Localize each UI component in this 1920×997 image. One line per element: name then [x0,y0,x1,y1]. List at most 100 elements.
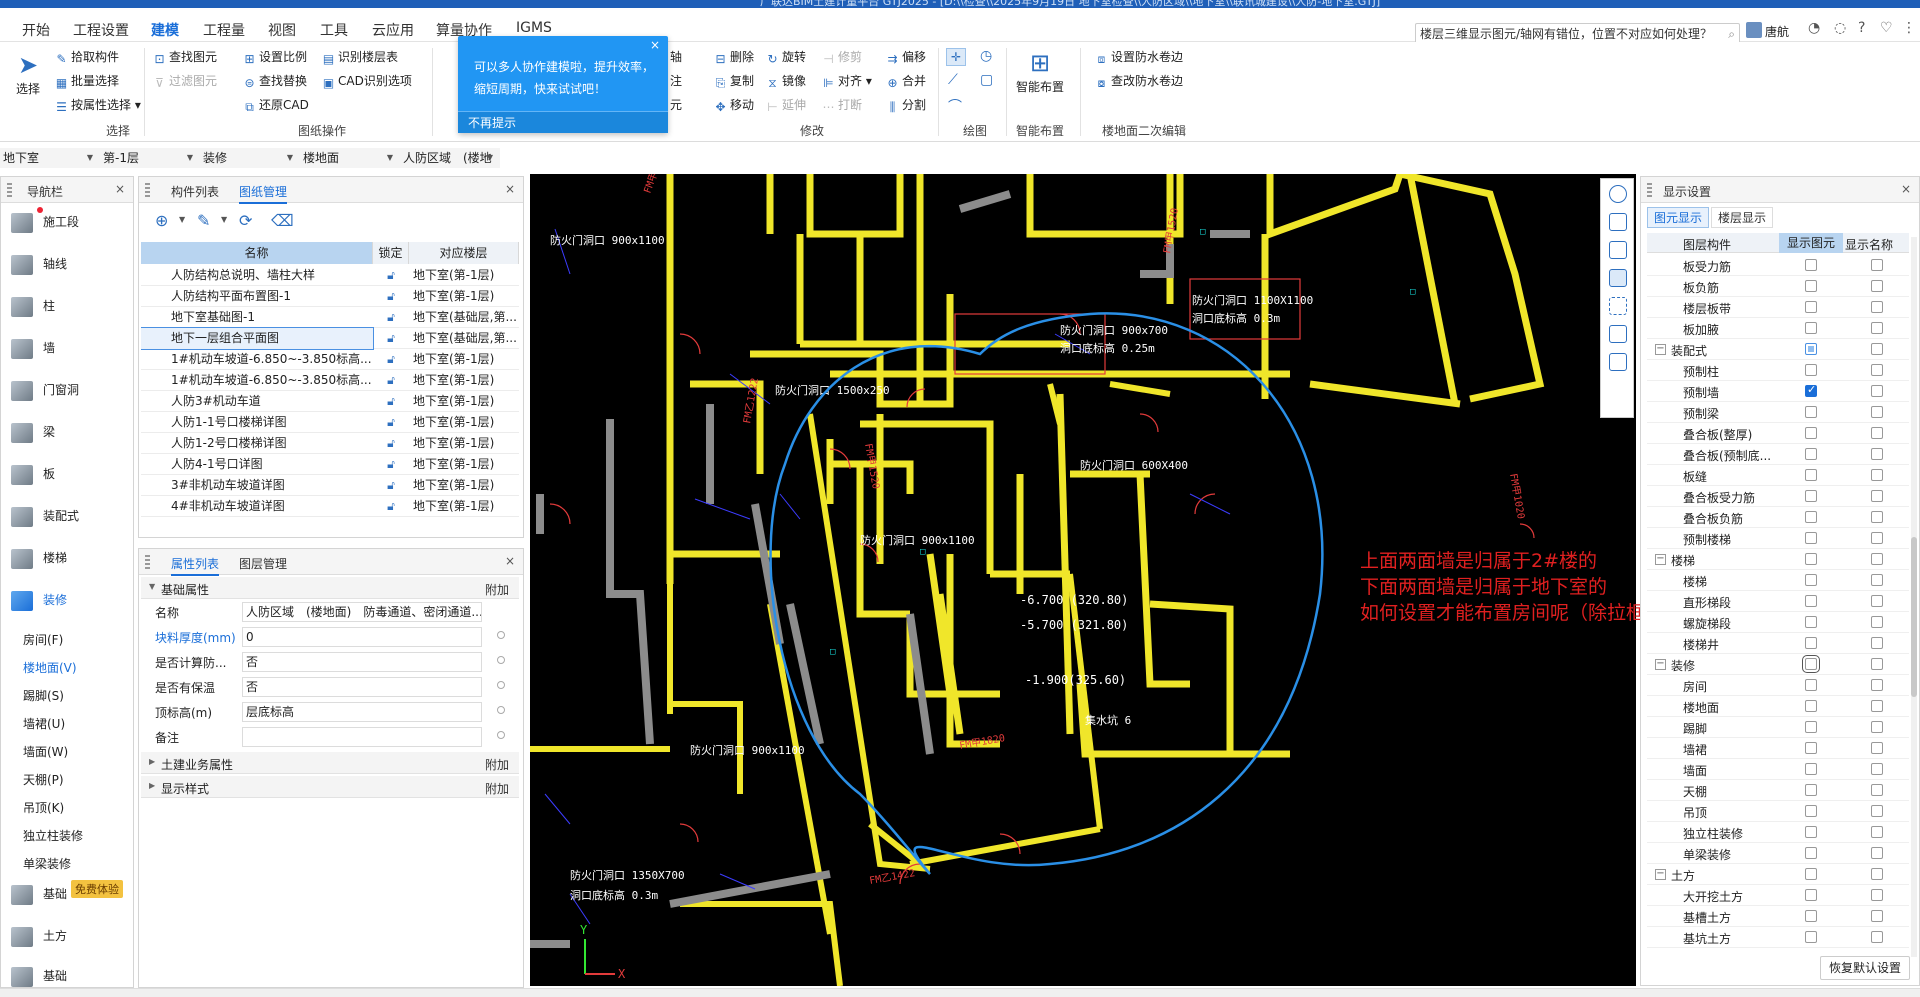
nav-item-decoration[interactable]: 装修 [11,589,67,611]
show-element-checkbox[interactable] [1805,427,1817,439]
rect-draw-icon[interactable]: ▢ [980,72,993,88]
collapse-icon[interactable]: − [1655,659,1666,670]
show-element-checkbox[interactable] [1805,679,1817,691]
copy-button[interactable]: ⎘ 复制 [714,72,754,90]
list-item[interactable]: 房间 [1647,675,1909,696]
section-civil-properties[interactable]: ▶ 土建业务属性 附加 [141,752,519,774]
line-draw-icon[interactable]: ⟋ [948,72,958,88]
nav-item-wall[interactable]: 墙 [11,337,55,359]
list-item[interactable]: 预制柱 [1647,360,1909,381]
find-element-button[interactable]: ⊡ 查找图元 [153,48,217,66]
show-element-checkbox[interactable] [1805,700,1817,712]
show-element-checkbox[interactable] [1802,655,1820,673]
more-icon[interactable]: ⋮ [1902,20,1916,36]
filter-element-button[interactable]: ⊽ 过滤图元 [153,72,217,90]
show-name-checkbox[interactable] [1871,259,1883,271]
category-select[interactable]: 装修 ▼ [200,148,296,168]
list-item[interactable]: − 楼梯 [1647,549,1909,570]
column-header-label[interactable]: 显示名称 [1845,236,1893,253]
show-name-checkbox[interactable] [1871,280,1883,292]
menu-igms[interactable]: IGMS [516,20,552,36]
table-row[interactable]: 人防1-2号口楼梯详图 🔓︎ 地下室(第-1层) [141,433,519,454]
show-element-checkbox[interactable] [1805,721,1817,733]
show-element-checkbox[interactable] [1805,574,1817,586]
table-row[interactable]: 1#机动车坡道-6.850~-3.850标高... 🔓︎ 地下室(第-1层) [141,349,519,370]
help-icon[interactable]: ? [1858,20,1865,36]
show-element-checkbox[interactable] [1805,343,1817,355]
property-value[interactable]: 人防区域 (楼地面) 防毒通道、密闭通道... [242,602,482,622]
nav-item-prefab[interactable]: 装配式 [11,505,79,527]
lock-icon[interactable]: 🔓︎ [373,328,409,349]
split-button[interactable]: ⫼ 分割 [886,96,926,114]
list-item[interactable]: 独立柱装修 [1647,822,1909,843]
note-partial-label[interactable]: 注 [670,72,682,90]
recognize-floor-table-button[interactable]: ▤ 识别楼层表 [322,48,398,66]
nav-item-door-window[interactable]: 门窗洞 [11,379,79,401]
trim-button[interactable]: ⊣ 修剪 [822,48,862,66]
show-name-checkbox[interactable] [1871,322,1883,334]
show-name-checkbox[interactable] [1871,742,1883,754]
show-element-checkbox[interactable] [1805,469,1817,481]
edit-drawing-icon[interactable]: ✎ [197,211,210,230]
arc-draw-icon[interactable]: ◷ [980,48,992,64]
table-row[interactable]: 人防1-1号口楼梯详图 🔓︎ 地下室(第-1层) [141,412,519,433]
show-element-checkbox[interactable] [1805,637,1817,649]
lock-icon[interactable]: 🔓︎ [373,412,409,433]
show-name-checkbox[interactable] [1871,700,1883,712]
show-element-checkbox[interactable] [1805,280,1817,292]
list-item[interactable]: 楼层板带 [1647,297,1909,318]
bell-icon[interactable]: ◔ [1808,20,1820,36]
list-item[interactable]: − 装修 [1647,654,1909,675]
nav-item-stair[interactable]: 楼梯 [11,547,67,569]
show-name-checkbox[interactable] [1871,511,1883,523]
list-item[interactable]: 墙裙 [1647,738,1909,759]
show-element-checkbox[interactable] [1805,532,1817,544]
show-element-checkbox[interactable] [1805,889,1817,901]
list-item[interactable]: 叠合板(整厚) [1647,423,1909,444]
avatar[interactable] [1746,22,1762,38]
lock-icon[interactable]: 🔓︎ [373,433,409,454]
lock-icon[interactable]: 🔓︎ [373,265,409,286]
element-partial-label[interactable]: 元 [670,96,682,114]
tab-floor-display[interactable]: 楼层显示 [1711,207,1774,228]
dont-show-again-button[interactable]: 不再提示 [458,111,668,133]
list-item[interactable]: 基槽土方 [1647,906,1909,927]
show-name-checkbox[interactable] [1871,763,1883,775]
show-name-checkbox[interactable] [1871,532,1883,544]
list-item[interactable]: 吊顶 [1647,801,1909,822]
select-tool-button[interactable]: ➤ 选择 [14,50,42,97]
3d-view-icon[interactable] [1609,213,1627,231]
show-element-checkbox[interactable] [1805,406,1817,418]
list-item[interactable]: 板缝 [1647,465,1909,486]
list-item[interactable]: 大开挖土方 [1647,885,1909,906]
collapse-icon[interactable]: − [1655,554,1666,565]
tab-component-list[interactable]: 构件列表 [171,183,219,200]
show-element-checkbox[interactable] [1805,383,1817,397]
free-trial-badge[interactable]: 免费体验 [71,880,123,898]
show-element-checkbox[interactable] [1805,910,1817,922]
table-row[interactable]: 人防3#机动车道 🔓︎ 地下室(第-1层) [141,391,519,412]
attach-checkbox[interactable] [497,706,505,714]
show-name-checkbox[interactable] [1871,553,1883,565]
offset-button[interactable]: ⇉ 偏移 [886,48,926,66]
tab-drawing-management[interactable]: 图纸管理 [239,183,288,204]
show-name-checkbox[interactable] [1871,385,1883,397]
like-icon[interactable]: ♡ [1880,20,1893,36]
column-header-show[interactable]: 显示图元 [1779,233,1843,253]
curve-draw-icon[interactable]: ⌒ [948,96,962,116]
pick-component-button[interactable]: ✎ 拾取构件 [55,48,119,66]
property-value[interactable] [242,727,482,747]
collapse-icon[interactable]: − [1655,344,1666,355]
show-element-checkbox[interactable] [1805,553,1817,565]
mirror-button[interactable]: ⧖ 镜像 [766,72,806,90]
show-element-checkbox[interactable] [1805,931,1817,943]
list-item[interactable]: 踢脚 [1647,717,1909,738]
scrollbar-thumb[interactable] [1911,537,1917,697]
point-draw-icon[interactable]: ✛ [946,48,966,66]
show-element-checkbox[interactable] [1805,322,1817,334]
show-name-checkbox[interactable] [1871,868,1883,880]
break-button[interactable]: ⋯ 打断 [822,96,863,114]
show-element-checkbox[interactable] [1805,784,1817,796]
table-row[interactable]: 地下室基础图-1 🔓︎ 地下室(基础层,第... [141,307,519,328]
lock-icon[interactable]: 🔓︎ [373,496,409,517]
